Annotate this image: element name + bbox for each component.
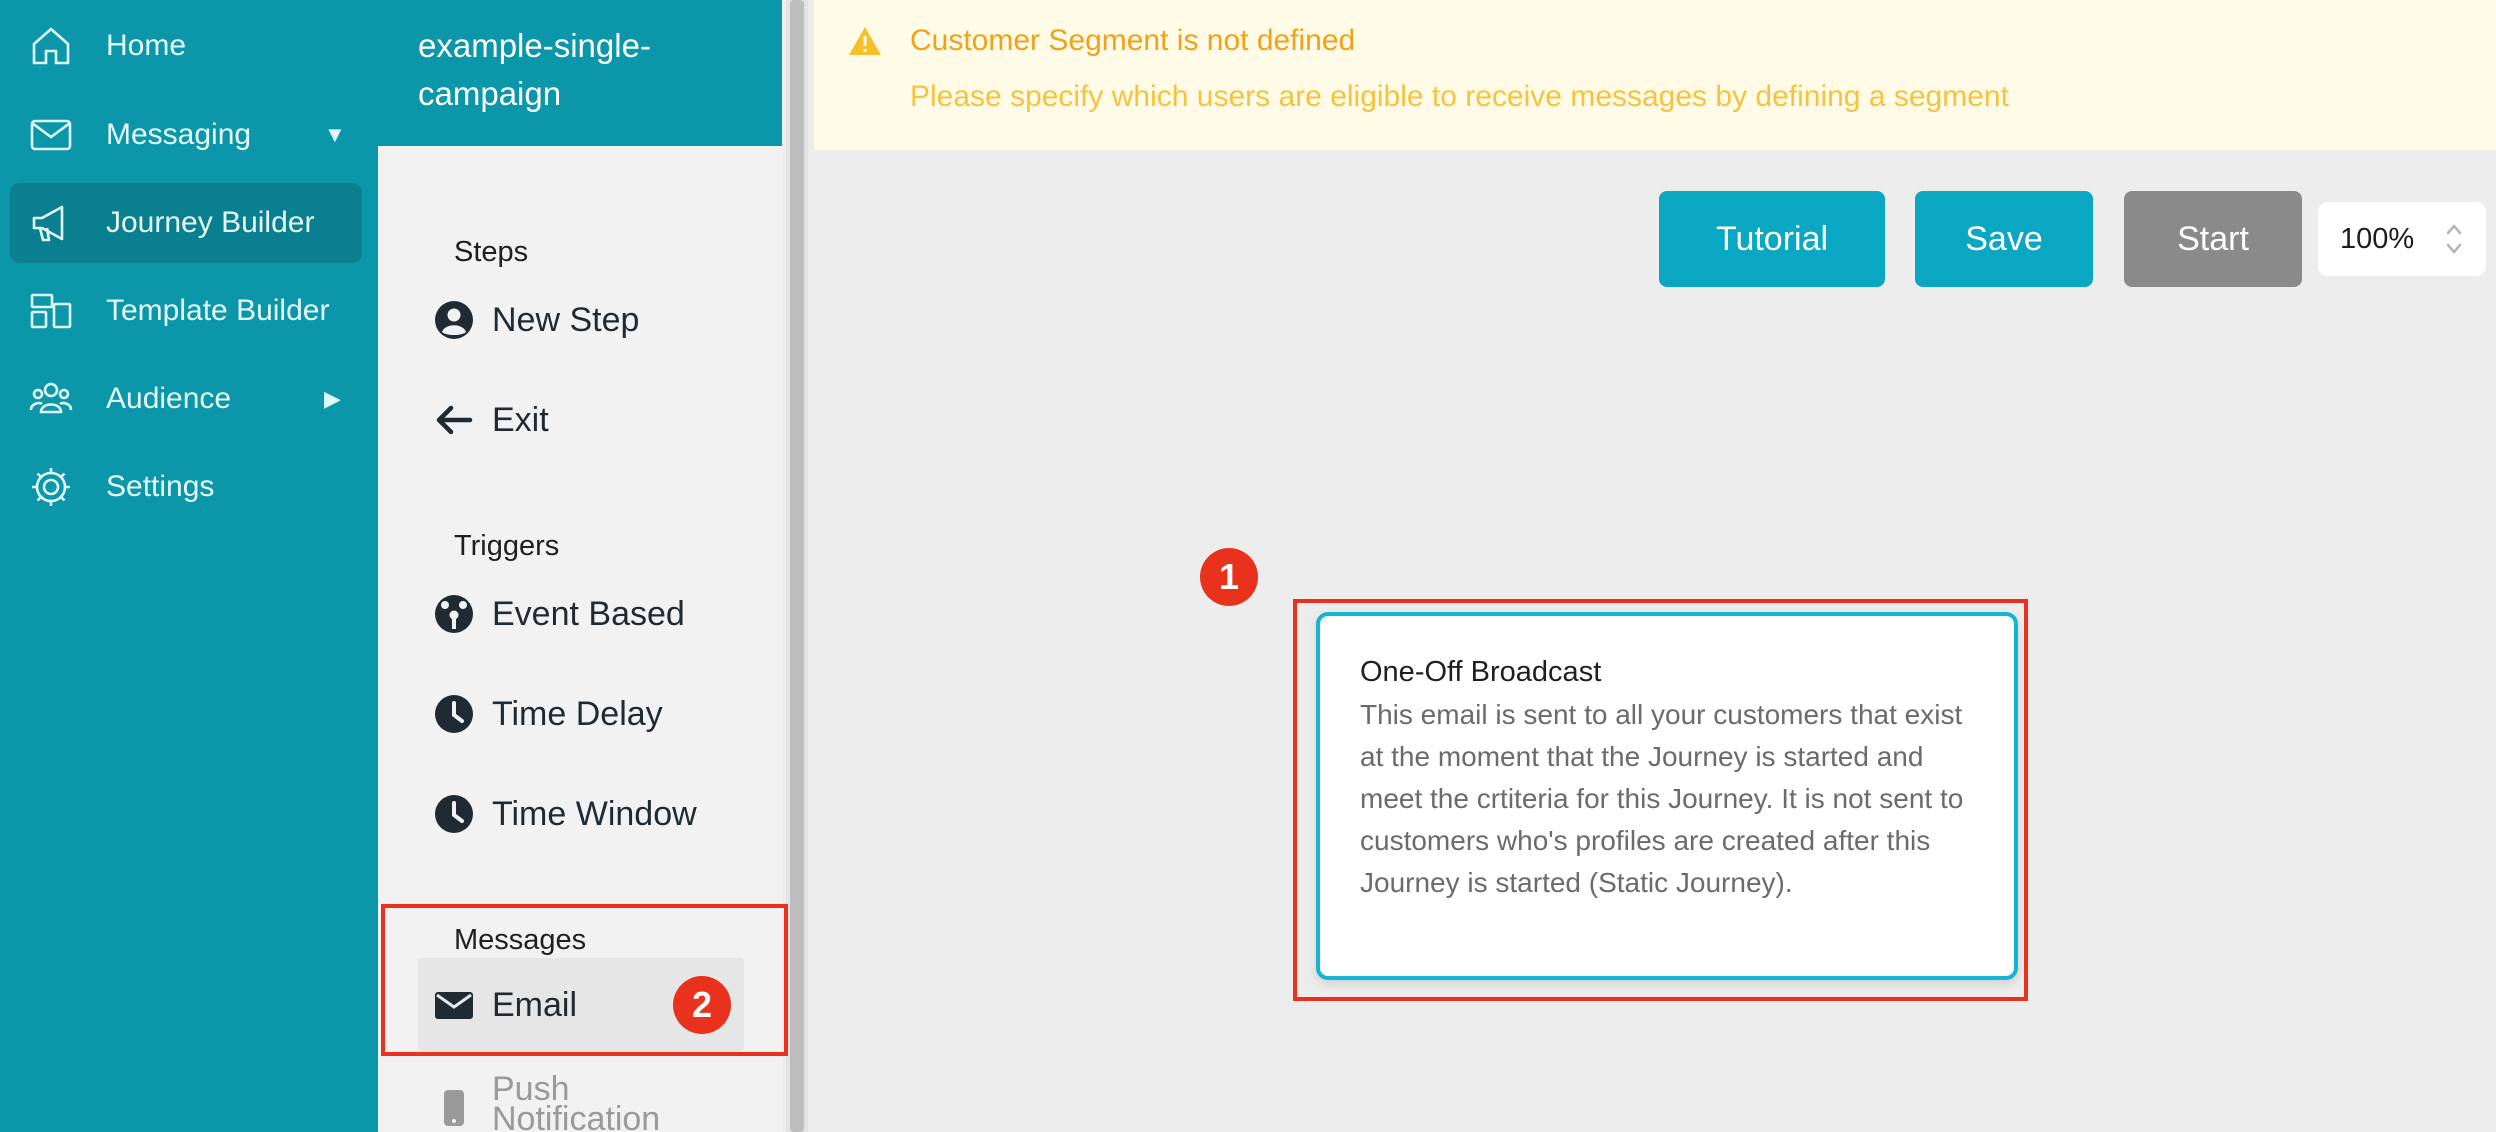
clock-icon	[434, 794, 474, 834]
nav-item-audience[interactable]: Audience ▶	[10, 359, 362, 439]
nav-item-template-builder[interactable]: Template Builder	[10, 271, 362, 351]
chevron-right-icon[interactable]: ▶	[324, 386, 341, 412]
nav-label: Audience	[106, 382, 232, 415]
chevron-down-icon[interactable]: ▼	[324, 122, 346, 148]
template-icon	[28, 288, 74, 334]
user-circle-icon	[434, 300, 474, 340]
event-icon	[434, 594, 474, 634]
nav-label: Journey Builder	[106, 206, 315, 239]
main-navigation: Home Messaging ▼ Journey Builder Templat…	[0, 0, 378, 1132]
palette-item-label: New Step	[492, 300, 640, 339]
nav-label: Template Builder	[106, 294, 330, 327]
segment-warning-alert: Customer Segment is not defined Please s…	[814, 0, 2496, 150]
arrow-left-icon	[434, 400, 474, 440]
journey-name: example-single-campaign	[418, 27, 651, 112]
zoom-value: 100%	[2340, 222, 2415, 255]
palette-item-label: Time Window	[492, 794, 697, 833]
highlight-box-email	[381, 904, 788, 1056]
nav-label: Messaging	[106, 118, 252, 151]
nav-label: Home	[106, 29, 187, 62]
nav-item-messaging[interactable]: Messaging ▼	[10, 95, 362, 175]
nav-label: Settings	[106, 470, 215, 503]
one-off-broadcast-node[interactable]: One-Off Broadcast This email is sent to …	[1316, 612, 2018, 980]
mail-icon	[28, 112, 74, 158]
start-button[interactable]: Start	[2124, 191, 2302, 287]
nav-item-journey-builder[interactable]: Journey Builder	[10, 183, 362, 263]
up-down-chevron-icon	[2446, 224, 2462, 254]
palette-item-label: Push Notification	[492, 1070, 661, 1132]
journey-header: example-single-campaign	[378, 0, 782, 146]
palette-item-time-delay[interactable]: Time Delay	[418, 673, 744, 755]
phone-icon	[434, 1088, 474, 1128]
alert-description: Please specify which users are eligible …	[910, 80, 2009, 113]
palette-item-exit[interactable]: Exit	[418, 379, 744, 461]
home-icon	[28, 23, 74, 69]
palette-scrollbar[interactable]	[786, 0, 808, 1132]
nav-item-settings[interactable]: Settings	[10, 447, 362, 527]
megaphone-icon	[28, 200, 74, 246]
clock-icon	[434, 694, 474, 734]
palette-item-label: Event Based	[492, 594, 685, 633]
annotation-badge-1: 1	[1200, 548, 1258, 606]
palette-item-label: Exit	[492, 400, 549, 439]
palette-item-time-window[interactable]: Time Window	[418, 773, 744, 855]
palette-item-new-step[interactable]: New Step	[418, 279, 744, 361]
palette-item-push-notification[interactable]: Push Notification	[418, 1070, 744, 1132]
scrollbar-thumb[interactable]	[790, 0, 804, 1132]
palette-item-event-based[interactable]: Event Based	[418, 573, 744, 655]
zoom-select[interactable]: 100%	[2318, 202, 2486, 276]
section-steps-title: Steps	[454, 236, 529, 268]
tutorial-button[interactable]: Tutorial	[1659, 191, 1885, 287]
node-description: This email is sent to all your customers…	[1360, 699, 1964, 898]
nav-item-home[interactable]: Home	[10, 6, 362, 86]
people-icon	[28, 376, 74, 422]
warning-icon	[849, 27, 881, 55]
palette-item-label: Time Delay	[492, 694, 663, 733]
node-title: One-Off Broadcast	[1360, 656, 1602, 688]
save-button[interactable]: Save	[1915, 191, 2093, 287]
alert-title: Customer Segment is not defined	[910, 24, 1356, 57]
section-triggers-title: Triggers	[454, 530, 560, 562]
gear-icon	[28, 464, 74, 510]
